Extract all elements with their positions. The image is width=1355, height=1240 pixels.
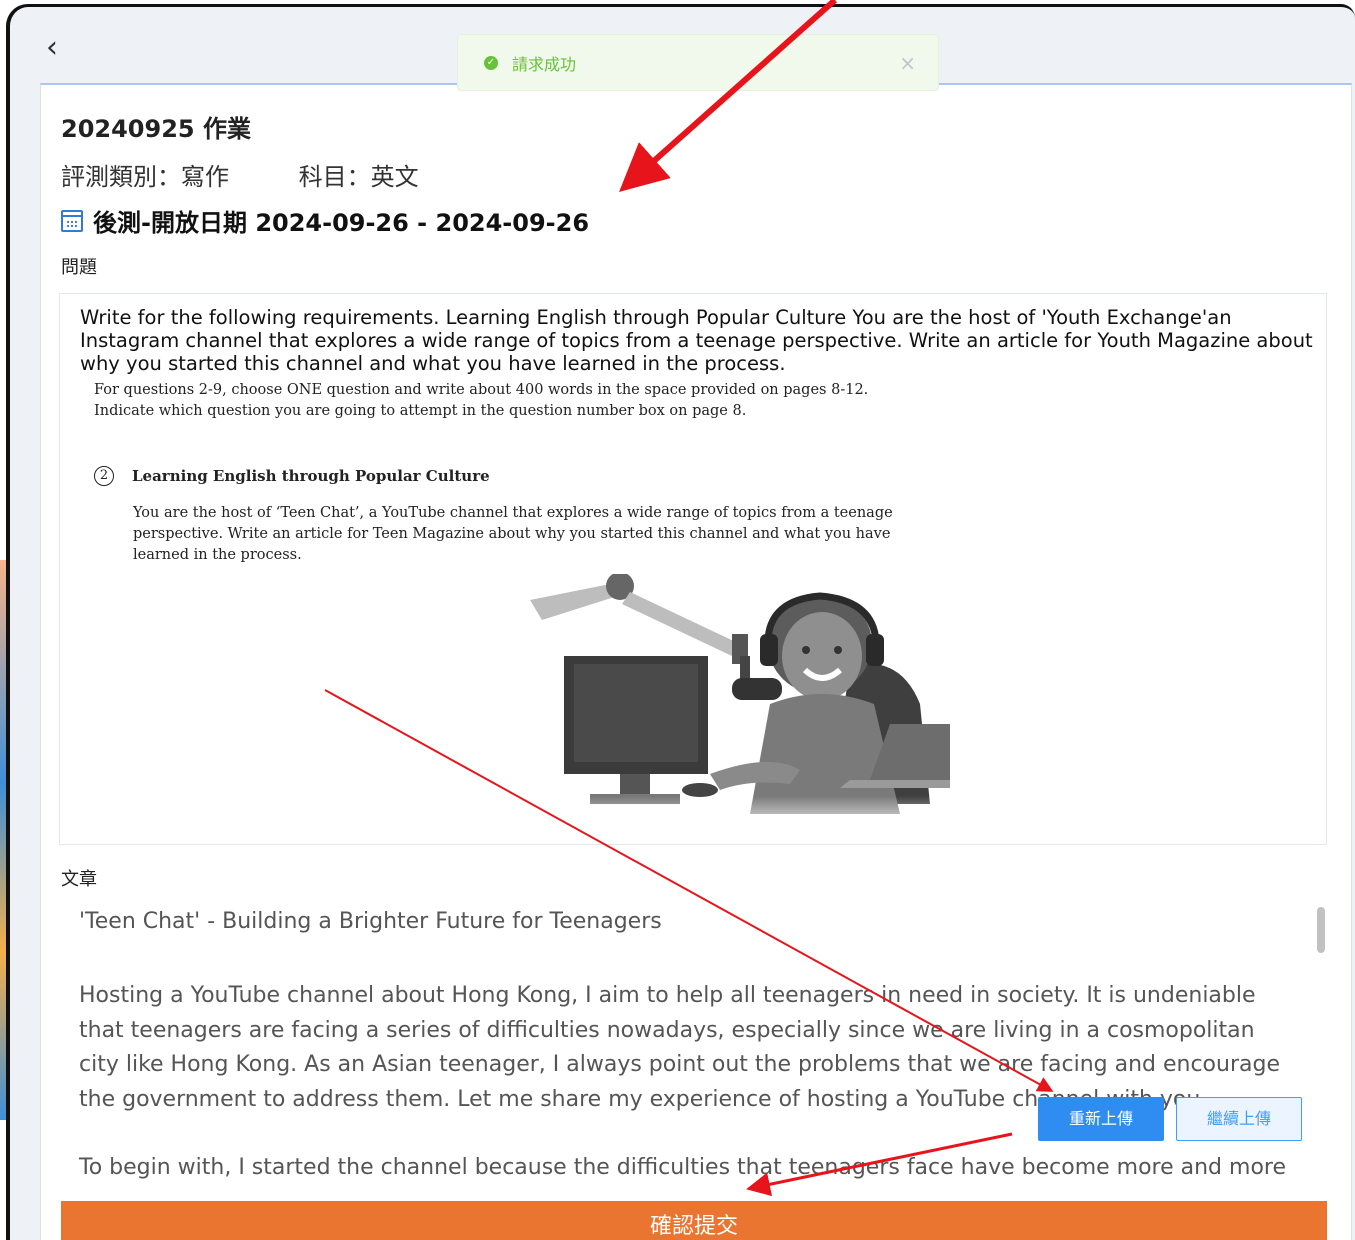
instructions-line-2: Indicate which question you are going to… — [94, 403, 747, 419]
essay-title: 'Teen Chat' - Building a Brighter Future… — [79, 909, 662, 934]
open-date-text: 後測-開放日期 2024-09-26 - 2024-09-26 — [93, 209, 590, 237]
essay-section-label: 文章 — [61, 869, 97, 890]
essay-scrollbar[interactable] — [1317, 907, 1325, 953]
question-number: 2 — [94, 466, 114, 486]
submit-button[interactable]: 確認提交 — [61, 1201, 1327, 1240]
toast-message: 請求成功 — [512, 54, 577, 74]
question-item-body: You are the host of ‘Teen Chat’, a YouTu… — [133, 505, 893, 563]
subject-label: 科目：英文 — [298, 163, 419, 191]
reupload-button[interactable]: 重新上傳 — [1038, 1097, 1164, 1141]
check-circle-icon: ✓ — [484, 55, 498, 70]
app-window: ‹ ✓ 請求成功 × 20240925 作業 評測類別：寫作 科目：英文 後測-… — [6, 4, 1355, 1240]
back-chevron-icon[interactable]: ‹ — [46, 33, 70, 63]
question-box: Write for the following requirements. Le… — [59, 293, 1327, 845]
calendar-icon — [61, 209, 83, 232]
success-toast: ✓ 請求成功 × — [457, 34, 939, 91]
category-label: 評測類別：寫作 — [61, 163, 229, 191]
essay-paragraph-2: To begin with, I started the channel bec… — [79, 1155, 1287, 1179]
open-date-row: 後測-開放日期 2024-09-26 - 2024-09-26 — [61, 203, 589, 238]
question-instructions: For questions 2-9, choose ONE question a… — [94, 380, 868, 422]
assignment-panel: 20240925 作業 評測類別：寫作 科目：英文 後測-開放日期 2024-0… — [40, 83, 1352, 1240]
podcaster-illustration — [470, 574, 950, 834]
close-icon[interactable]: × — [899, 51, 916, 75]
instructions-line-1: For questions 2-9, choose ONE question a… — [94, 382, 869, 398]
question-section-label: 問題 — [61, 257, 97, 278]
page-title: 20240925 作業 — [61, 115, 251, 143]
question-text: Write for the following requirements. Le… — [80, 306, 1313, 375]
question-item-heading: 2 Learning English through Popular Cultu… — [94, 466, 490, 486]
assignment-meta: 評測類別：寫作 科目：英文 — [61, 157, 419, 192]
continue-upload-button[interactable]: 繼續上傳 — [1176, 1097, 1302, 1141]
question-item-title: Learning English through Popular Culture — [132, 467, 490, 485]
